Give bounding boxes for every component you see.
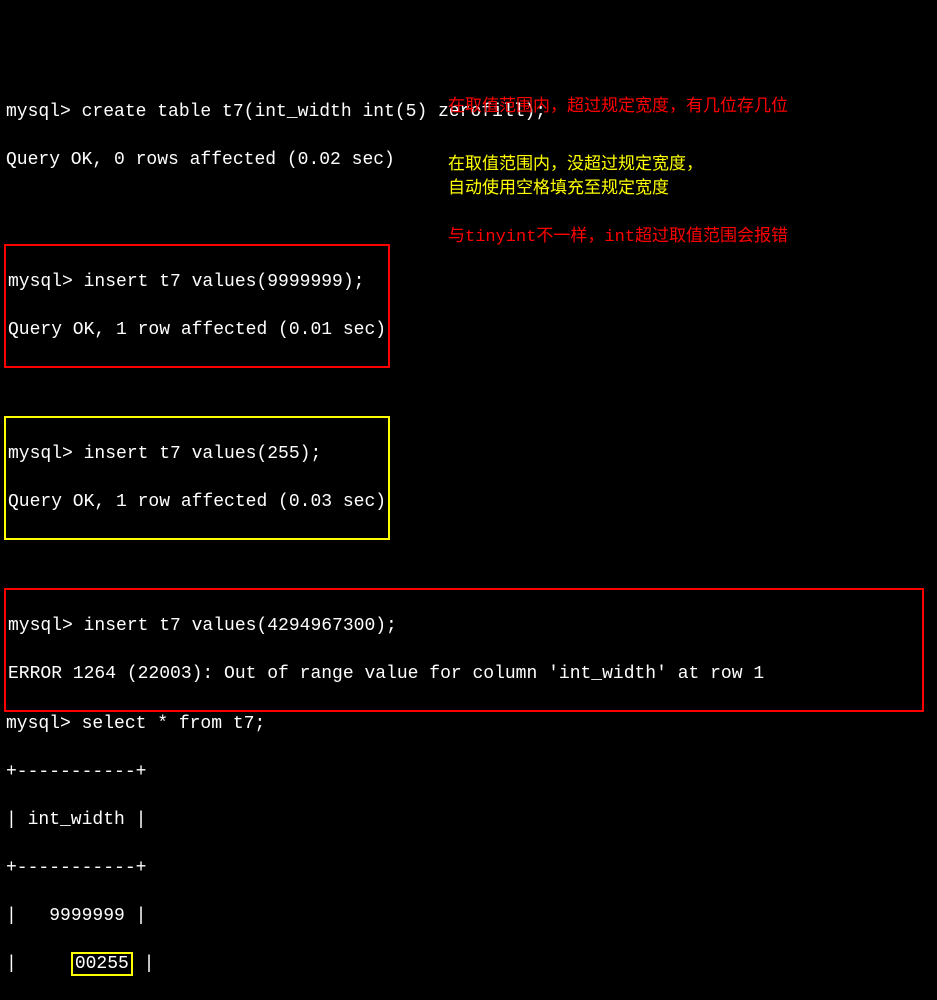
insert-255-prompt: mysql> insert t7 values(255); [8,442,386,466]
table-row: | 9999999 | [6,904,937,928]
insert-255-block: mysql> insert t7 values(255); Query OK, … [4,416,390,540]
row2-suffix: | [133,954,155,974]
annotation-zerofill-line2: 自动使用空格填充至规定宽度 [448,178,669,202]
annotation-zerofill-line1: 在取值范围内，没超过规定宽度， [448,154,703,178]
insert-9999999-prompt: mysql> insert t7 values(9999999); [8,270,386,294]
annotation-int-range-error: 与tinyint不一样，int超过取值范围会报错 [448,226,788,250]
table-header: | int_width | [6,808,937,832]
spacer [6,540,937,564]
insert-9999999-block: mysql> insert t7 values(9999999); Query … [4,244,390,368]
row1-suffix: | [125,906,147,926]
row1-value: 9999999 [49,906,125,926]
insert-overflow-prompt: mysql> insert t7 values(4294967300); [8,614,920,638]
insert-255-result: Query OK, 1 row affected (0.03 sec) [8,490,386,514]
select-prompt: mysql> select * from t7; [6,712,937,736]
table-row: | 00255 | [6,952,937,976]
insert-overflow-error: ERROR 1264 (22003): Out of range value f… [8,662,920,686]
row2-prefix: | [6,954,71,974]
table-sep-mid: +-----------+ [6,856,937,880]
zerofill-value-highlight: 00255 [71,952,133,976]
row1-prefix: | [6,906,49,926]
spacer [6,368,937,392]
table-sep-top: +-----------+ [6,760,937,784]
annotation-overflow-width: 在取值范围内，超过规定宽度，有几位存几位 [448,96,788,120]
insert-overflow-block: mysql> insert t7 values(4294967300); ERR… [4,588,924,712]
insert-9999999-result: Query OK, 1 row affected (0.01 sec) [8,318,386,342]
